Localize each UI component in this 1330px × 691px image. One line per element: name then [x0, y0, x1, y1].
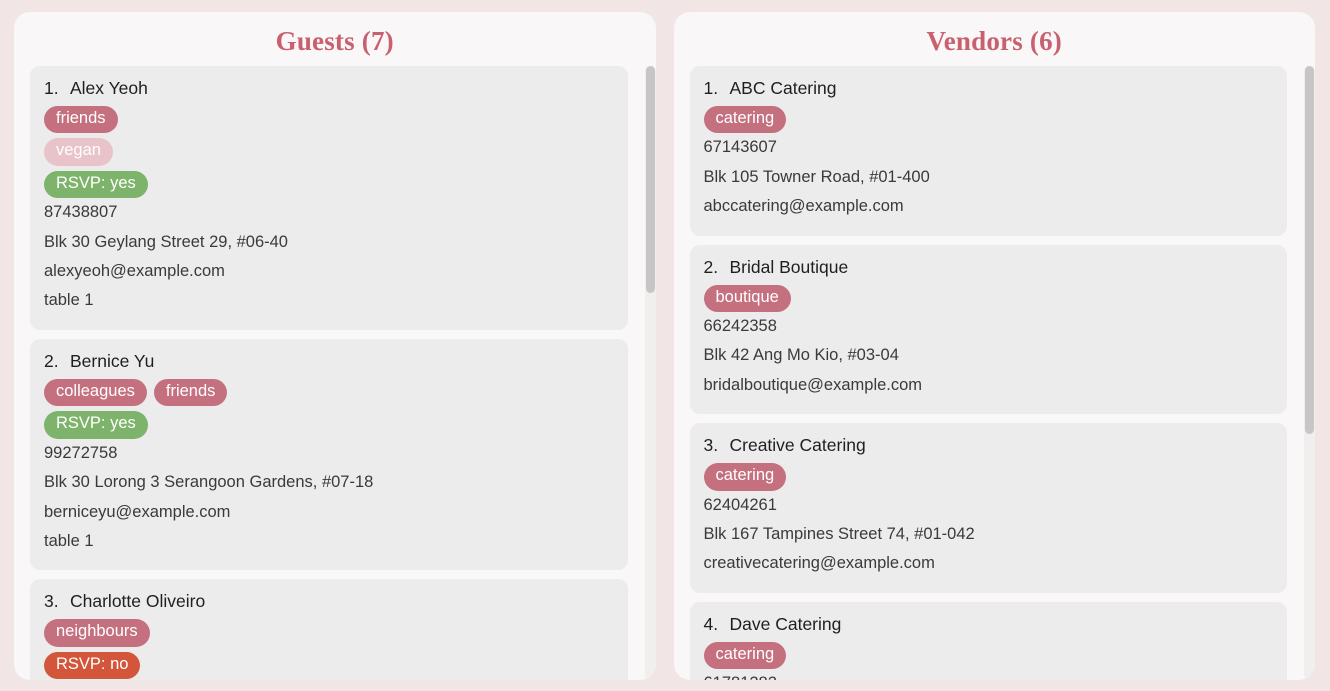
table-field: table 1	[44, 531, 94, 550]
address-field: Blk 30 Lorong 3 Serangoon Gardens, #07-1…	[44, 473, 374, 492]
address-field: Blk 105 Towner Road, #01-400	[703, 167, 930, 186]
list-item-index: 2.	[703, 256, 719, 277]
list-item-name: Alex Yeoh	[70, 78, 148, 98]
address-field: Blk 42 Ang Mo Kio, #03-04	[703, 346, 899, 365]
address-field: Blk 167 Tampines Street 74, #01-042	[703, 524, 975, 543]
email-field: bridalboutique@example.com	[703, 375, 923, 394]
list-item[interactable]: 3. Creative Catering catering 62404261 Blk 1…	[689, 423, 1287, 593]
category-tag-row: vegan	[44, 138, 614, 166]
list-item-index: 1.	[703, 78, 719, 98]
category-tag: catering	[703, 641, 787, 670]
list-item[interactable]: 2. Bridal Boutique boutique 66242358 Blk 42 …	[689, 244, 1287, 415]
category-tag: boutique	[703, 284, 791, 313]
category-tag: catering	[703, 106, 787, 134]
guests-panel-title: Guests (7)	[275, 26, 394, 56]
list-item-index: 3.	[703, 435, 719, 456]
guests-panel: Guests (7) 1. Alex Yeoh friends vegan RSVP: …	[14, 12, 656, 680]
category-tag-row: catering	[703, 106, 1274, 134]
rsvp-badge: RSVP: yes	[44, 411, 148, 439]
vendors-scrollbar[interactable]	[1304, 66, 1315, 680]
list-item-header: 1. ABC Catering	[704, 78, 1274, 101]
list-item[interactable]: 4.Dave Cateringcatering61781282Blk 260 C…	[689, 601, 1287, 680]
category-tag-row: catering	[703, 641, 1274, 670]
phone-field: 62404261	[703, 495, 777, 514]
category-tag: vegan	[44, 138, 113, 166]
list-item-header: 4. Dave Catering	[704, 614, 1274, 637]
rsvp-badge: RSVP: yes	[44, 170, 148, 199]
category-tag: catering	[703, 463, 787, 491]
list-item-index: 2.	[44, 350, 59, 371]
guests-list-wrap: 1. Alex Yeoh friends vegan RSVP: yes 87438807…	[14, 66, 656, 680]
category-tag-row: colleagues friends	[44, 378, 614, 407]
phone-field: 67143607	[703, 138, 777, 157]
email-field: alexyeoh@example.com	[44, 262, 225, 281]
list-item-header: 3. Charlotte Oliveiro	[44, 591, 614, 614]
guests-scrollbar[interactable]	[644, 66, 656, 680]
vendors-scroll-thumb[interactable]	[1305, 66, 1314, 435]
vendors-list-wrap: 1. ABC Catering catering 67143607 Blk 105 To…	[674, 66, 1315, 680]
list-item-header: 2. Bridal Boutique	[704, 257, 1274, 280]
category-tag-row: catering	[703, 463, 1274, 491]
phone-field: 99272758	[44, 443, 118, 462]
category-tag-row: friends	[44, 106, 614, 134]
list-item-name: Bridal Boutique	[729, 256, 849, 277]
address-field: Blk 30 Geylang Street 29, #06-40	[44, 232, 288, 251]
guests-list[interactable]: 1. Alex Yeoh friends vegan RSVP: yes 87438807…	[30, 66, 642, 680]
app-root: Guests (7) 1. Alex Yeoh friends vegan RSVP: …	[0, 0, 1330, 691]
email-field: berniceyu@example.com	[44, 502, 231, 521]
list-item-name: Creative Catering	[729, 435, 866, 456]
list-item-index: 3.	[44, 591, 59, 612]
list-item-name: Charlotte Oliveiro	[70, 591, 206, 612]
category-tag: friends	[44, 106, 118, 134]
category-tag-row: neighbours	[44, 619, 614, 647]
list-item-name: Dave Catering	[729, 613, 842, 634]
email-field: creativecatering@example.com	[703, 554, 935, 573]
list-item[interactable]: 1. ABC Catering catering 67143607 Blk 105 To…	[689, 66, 1287, 236]
list-item[interactable]: 1. Alex Yeoh friends vegan RSVP: yes 87438807…	[30, 66, 628, 330]
list-item-header: 3. Creative Catering	[704, 435, 1274, 458]
vendors-panel-title: Vendors (6)	[926, 26, 1062, 56]
rsvp-badge: RSVP: no	[44, 651, 141, 680]
list-item-header: 1. Alex Yeoh	[44, 78, 614, 101]
phone-field: 87438807	[44, 203, 118, 222]
rsvp-badge-row: RSVP: yes	[44, 411, 614, 439]
phone-field: 66242358	[703, 317, 777, 336]
rsvp-badge-row: RSVP: no	[44, 651, 614, 680]
list-item-index: 4.	[703, 613, 719, 634]
guests-scroll-thumb[interactable]	[645, 66, 655, 294]
category-tag: friends	[153, 378, 228, 407]
email-field: abccatering@example.com	[703, 197, 904, 216]
vendors-list[interactable]: 1. ABC Catering catering 67143607 Blk 105 To…	[689, 66, 1302, 680]
category-tag-row: boutique	[703, 284, 1274, 313]
rsvp-badge-row: RSVP: yes	[44, 170, 614, 199]
category-tag: colleagues	[44, 378, 147, 407]
list-item-name: ABC Catering	[729, 78, 837, 98]
list-item[interactable]: 2. Bernice Yu colleagues friends RSVP: yes 99…	[30, 338, 628, 571]
table-field: table 1	[44, 291, 94, 310]
vendors-panel: Vendors (6) 1. ABC Catering catering 671436…	[673, 12, 1315, 680]
category-tag: neighbours	[44, 619, 150, 647]
list-item[interactable]: 3. Charlotte Oliveiro neighbours RSVP: no	[30, 579, 628, 680]
list-item-index: 1.	[44, 78, 59, 98]
list-item-name: Bernice Yu	[70, 350, 155, 371]
phone-field: 61781282	[704, 669, 1274, 680]
list-item-header: 2. Bernice Yu	[44, 351, 614, 374]
